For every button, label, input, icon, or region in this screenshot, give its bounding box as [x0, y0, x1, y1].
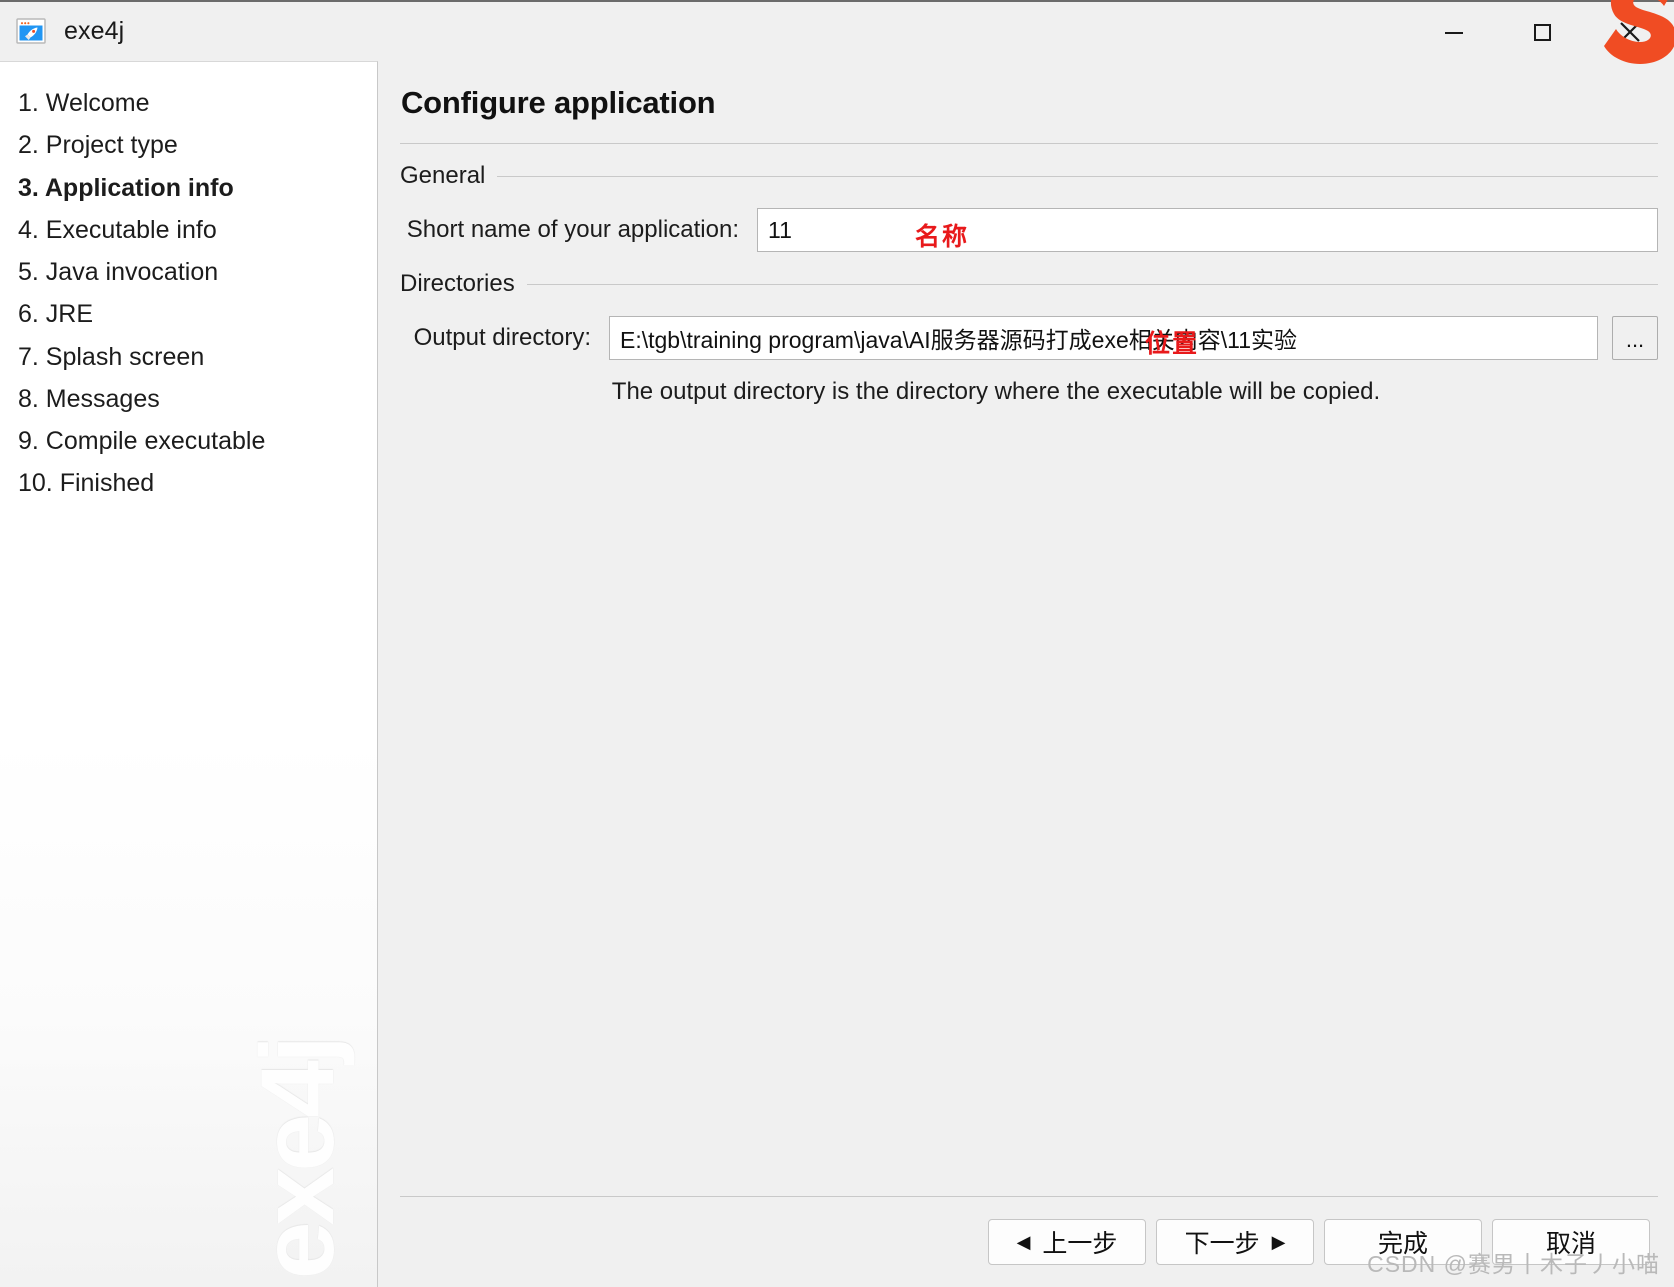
- general-group-rule: [497, 175, 1658, 177]
- general-group-header: General: [400, 162, 1658, 190]
- browse-directory-button[interactable]: ...: [1612, 316, 1658, 360]
- output-directory-label: Output directory:: [413, 324, 591, 351]
- output-directory-input[interactable]: E:\tgb\training program\java\AI服务器源码打成ex…: [609, 316, 1598, 360]
- chevron-right-icon: ▶: [1271, 1232, 1286, 1252]
- sidebar-item-messages[interactable]: 8. Messages: [0, 378, 377, 420]
- rocket-window-icon: [16, 17, 46, 47]
- directories-group-rule: [526, 283, 1658, 285]
- maximize-icon[interactable]: [1498, 2, 1586, 61]
- sidebar-item-compile-executable[interactable]: 9. Compile executable: [0, 420, 377, 462]
- wizard-button-bar: ◀ 上一步 下一步 ▶ 完成 取消: [400, 1197, 1658, 1287]
- back-button[interactable]: ◀ 上一步: [988, 1219, 1146, 1265]
- output-directory-row: Output directory: E:\tgb\training progra…: [400, 316, 1658, 360]
- sidebar-item-splash-screen[interactable]: 7. Splash screen: [0, 336, 377, 378]
- directories-group-label: Directories: [400, 270, 515, 297]
- sidebar-item-application-info[interactable]: 3. Application info: [0, 167, 377, 209]
- short-name-row: Short name of your application: 11 名称: [400, 208, 1658, 252]
- cancel-button[interactable]: 取消: [1492, 1219, 1650, 1265]
- sidebar-item-executable-info[interactable]: 4. Executable info: [0, 209, 377, 251]
- sidebar-item-java-invocation[interactable]: 5. Java invocation: [0, 251, 377, 293]
- minimize-icon[interactable]: [1410, 2, 1498, 61]
- sidebar-item-project-type[interactable]: 2. Project type: [0, 124, 377, 166]
- chevron-left-icon: ◀: [1016, 1232, 1031, 1252]
- next-button[interactable]: 下一步 ▶: [1156, 1219, 1314, 1265]
- title-divider: [400, 143, 1658, 144]
- page-title: Configure application: [401, 85, 716, 120]
- directories-group-header: Directories: [400, 270, 1658, 298]
- short-name-label: Short name of your application:: [406, 216, 739, 243]
- next-button-label: 下一步: [1184, 1230, 1260, 1258]
- title-bar: exe4j: [0, 0, 1674, 64]
- sidebar-item-finished[interactable]: 10. Finished: [0, 462, 377, 504]
- wizard-steps-sidebar: 1. Welcome 2. Project type 3. Applicatio…: [0, 61, 378, 1287]
- window-controls: [1410, 2, 1674, 61]
- window-title: exe4j: [64, 17, 125, 45]
- exe4j-watermark: exe4j: [240, 1038, 356, 1279]
- main-content-pane: Configure application General Short name…: [378, 61, 1674, 1287]
- sidebar-item-jre[interactable]: 6. JRE: [0, 293, 377, 335]
- output-directory-hint: The output directory is the directory wh…: [611, 378, 1381, 405]
- back-button-label: 上一步: [1042, 1230, 1118, 1258]
- window-body: 1. Welcome 2. Project type 3. Applicatio…: [0, 61, 1674, 1287]
- exe4j-wizard-window: exe4j 1. Welcome 2. Project type 3. Appl…: [0, 0, 1674, 1287]
- sidebar-item-welcome[interactable]: 1. Welcome: [0, 82, 377, 124]
- finish-button[interactable]: 完成: [1324, 1219, 1482, 1265]
- general-group-label: General: [400, 162, 486, 189]
- close-icon[interactable]: [1586, 2, 1674, 61]
- short-name-input[interactable]: 11: [757, 208, 1658, 252]
